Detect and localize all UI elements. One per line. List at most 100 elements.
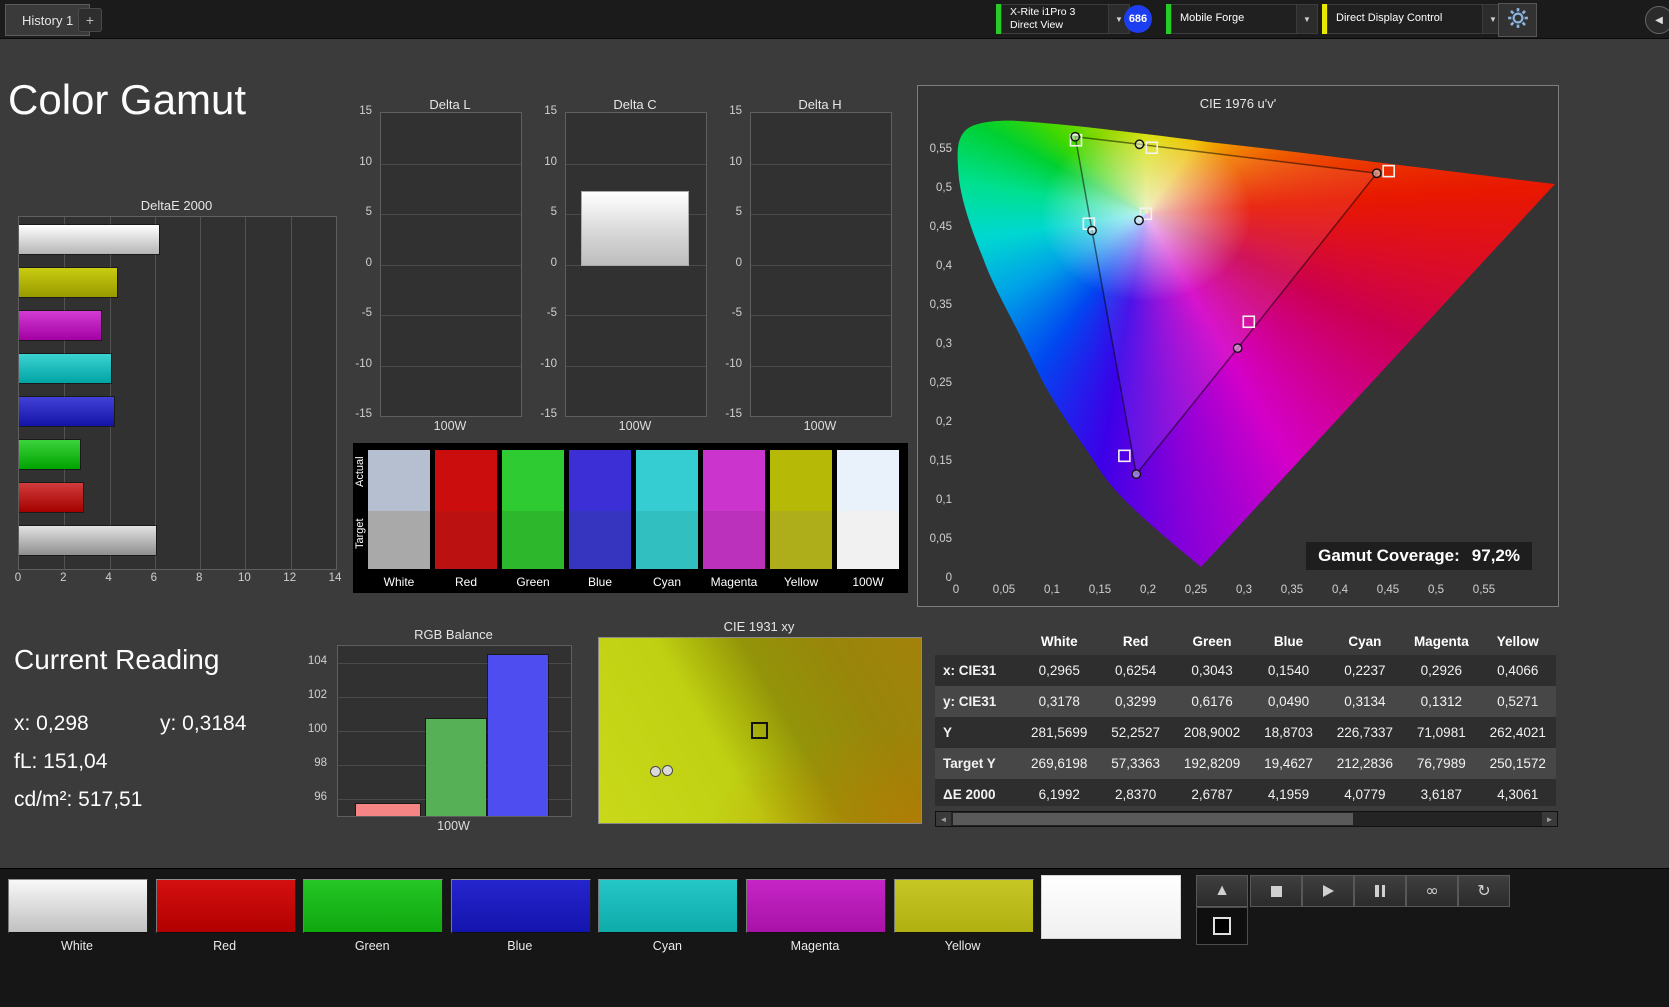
delta_c-ytick: 0 (550, 256, 557, 269)
pattern-window-button[interactable] (1196, 907, 1248, 945)
results-table-scrollbar[interactable]: ◄ ► (935, 811, 1558, 827)
deltae-xtick: 4 (105, 572, 112, 584)
measured-marker-yellow (1134, 139, 1145, 150)
table-cell: 2,6787 (1191, 787, 1233, 802)
table-cell: 226,7337 (1336, 725, 1394, 740)
refresh-button[interactable]: ↻ (1458, 875, 1510, 907)
table-row: Y 281,5699 52,2527 208,9002 18,8703 226,7337 7… (935, 717, 1556, 748)
delta_c-gridline (566, 365, 706, 367)
table-column-header: Yellow (1496, 633, 1539, 649)
delta-l-y-axis: 15 10 5 0 -5 -10 -15 (348, 105, 376, 420)
reading-count-badge: 686 (1124, 5, 1152, 33)
delta_l-gridline (381, 365, 521, 367)
pattern-button-blue[interactable] (450, 879, 591, 933)
table-cell: 4,3061 (1497, 787, 1539, 802)
rgb-ytick: 98 (314, 757, 327, 769)
cie31-measured-dot (661, 765, 673, 777)
deltae-bar-red (19, 482, 85, 513)
deltae-gridline (200, 217, 202, 569)
table-cell: 0,3134 (1344, 694, 1386, 709)
meter-name: X-Rite i1Pro 3 Direct View (1001, 4, 1109, 34)
scrollbar-thumb[interactable] (953, 813, 1353, 825)
scroll-right-icon[interactable]: ► (1542, 812, 1557, 826)
scrollbar-track[interactable] (951, 812, 1542, 826)
table-row: y: CIE31 0,3178 0,3299 0,6176 0,0490 0,3134 0,… (935, 686, 1556, 717)
table-column-header: Red (1122, 633, 1149, 649)
meter-selector[interactable]: X-Rite i1Pro 3 Direct View ▼ (996, 4, 1130, 34)
display-control-selector[interactable]: Direct Display Control ▼ (1322, 4, 1504, 34)
delta-h-title: Delta H (798, 97, 842, 112)
stop-button[interactable] (1250, 875, 1302, 907)
deltae-chart-title: DeltaE 2000 (140, 198, 213, 213)
app-window: History 1 + X-Rite i1Pro 3 Direct View ▼… (0, 0, 1669, 1007)
cie31-target-square (750, 721, 768, 739)
cie76-ytick: 0,05 (929, 533, 952, 545)
delta_l-ytick: -10 (355, 357, 372, 370)
measured-marker-magenta (1232, 343, 1243, 354)
delta_h-ytick: -15 (725, 408, 742, 420)
table-column-header: Blue (1273, 633, 1304, 649)
add-tab-button[interactable]: + (78, 8, 102, 32)
swatch-label: 100W (852, 575, 884, 589)
measured-marker-cyan (1087, 225, 1097, 236)
collapse-panel-button[interactable]: ◀ (1645, 6, 1669, 34)
pattern-button-100w[interactable] (1041, 875, 1182, 939)
chevron-down-icon[interactable]: ▼ (1297, 4, 1318, 34)
measured-marker-white (1134, 215, 1144, 226)
table-row: ΔE 2000 6,1992 2,8370 2,6787 4,1959 4,0779 3,6… (935, 779, 1556, 806)
scroll-left-icon[interactable]: ◄ (936, 812, 951, 826)
delta_h-gridline (751, 214, 891, 215)
delta_h-ytick: 0 (735, 256, 742, 269)
table-cell: 6,1992 (1038, 787, 1080, 802)
pattern-button-white[interactable] (8, 879, 148, 933)
bottom-bar: White Red Green Blue Cyan Magenta Yellow ▲ ∞ ↻… (0, 868, 1669, 1007)
table-cell: 52,2527 (1111, 725, 1161, 740)
pattern-button-red[interactable] (155, 879, 296, 933)
pattern-button-green[interactable] (303, 879, 444, 933)
swatch-actual (435, 450, 497, 511)
delta_h-ytick: 10 (729, 155, 742, 168)
settings-button[interactable] (1498, 3, 1537, 37)
table-cell: 208,9002 (1183, 725, 1241, 740)
cie76-ytick: 0,15 (929, 455, 952, 467)
play-button[interactable] (1302, 875, 1354, 907)
expand-panel-button[interactable]: ▲ (1196, 875, 1248, 907)
delta_c-gridline (566, 315, 706, 316)
cie76-xtick: 0,05 (992, 584, 1016, 596)
pattern-button-cyan[interactable] (598, 879, 739, 933)
table-row: x: CIE31 0,2965 0,6254 0,3043 0,1540 0,2237 0,… (935, 655, 1556, 686)
delta_c-ytick: -15 (540, 408, 557, 420)
pattern-button-magenta[interactable] (746, 879, 886, 933)
table-cell: 212,2836 (1336, 756, 1394, 771)
delta_l-ytick: 10 (359, 155, 372, 168)
cie76-ytick: 0 (945, 572, 952, 584)
rgb-bar-green (425, 718, 487, 816)
pattern-button-yellow[interactable] (893, 879, 1034, 933)
table-cell: 281,5699 (1031, 725, 1088, 740)
deltae-bar-white (19, 224, 161, 255)
delta-l-title: Delta L (429, 97, 471, 112)
swatch-target (703, 511, 765, 569)
delta_l-gridline (381, 214, 521, 215)
measured-marker-blue (1131, 469, 1142, 479)
swatch-column-green: Green (502, 450, 564, 589)
swatch-label: Green (516, 575, 550, 589)
deltae-bar-magenta (19, 310, 102, 341)
delta_l-ytick: 15 (359, 105, 372, 117)
swatch-label: Magenta (710, 575, 758, 589)
cie76-xtick: 0,1 (1044, 584, 1060, 596)
swatch-column-blue: Blue (569, 450, 631, 589)
source-selector[interactable]: Mobile Forge ▼ (1166, 4, 1318, 34)
deltae-chart (18, 216, 337, 570)
cie76-xtick: 0 (952, 584, 960, 596)
delta_h-ytick: -5 (731, 307, 742, 319)
pause-button[interactable] (1354, 875, 1406, 907)
cie76-xtick: 0,3 (1236, 584, 1252, 596)
swatch-column-magenta: Magenta (703, 450, 765, 589)
table-cell: 0,3043 (1191, 663, 1233, 678)
swatch-target (837, 511, 899, 569)
loop-button[interactable]: ∞ (1406, 875, 1458, 907)
delta-c-y-axis: 15 10 5 0 -5 -10 -15 (533, 105, 561, 420)
swatch-label: Red (454, 575, 477, 589)
table-cell: 19,4627 (1264, 756, 1313, 771)
